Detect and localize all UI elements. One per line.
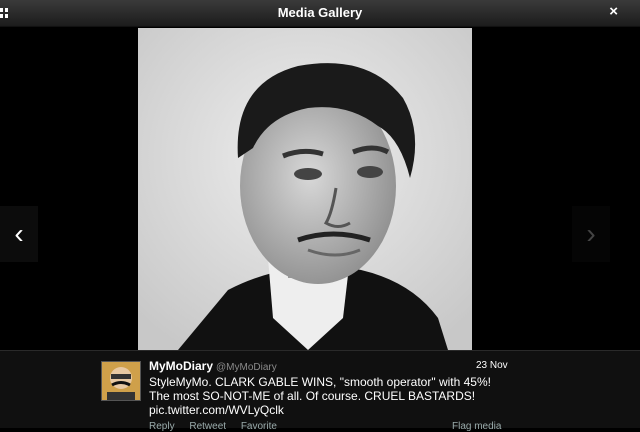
gallery-title: Media Gallery	[277, 5, 363, 20]
next-button[interactable]: ›	[572, 206, 610, 262]
avatar-image	[102, 362, 140, 400]
tweet-text: StyleMyMo. CLARK GABLE WINS, "smooth ope…	[149, 375, 514, 417]
tweet-author-handle[interactable]: @MyMoDiary	[216, 362, 277, 373]
gallery-photo	[138, 28, 472, 350]
previous-button[interactable]: ‹	[0, 206, 38, 262]
gallery-header: Media Gallery ×	[0, 0, 640, 27]
portrait-image	[138, 28, 472, 350]
tweet-date[interactable]: 23 Nov	[476, 360, 508, 371]
avatar[interactable]	[101, 361, 141, 401]
tweet-panel: MyMoDiary @MyMoDiary StyleMyMo. CLARK GAB…	[0, 350, 640, 432]
tweet-media-link[interactable]: pic.twitter.com/WVLyQclk	[149, 403, 284, 417]
tweet-author-name[interactable]: MyMoDiary	[149, 359, 213, 373]
tweet-body: MyMoDiary @MyMoDiary StyleMyMo. CLARK GAB…	[149, 359, 514, 417]
close-icon[interactable]: ×	[609, 3, 618, 20]
tweet-message: StyleMyMo. CLARK GABLE WINS, "smooth ope…	[149, 375, 491, 403]
